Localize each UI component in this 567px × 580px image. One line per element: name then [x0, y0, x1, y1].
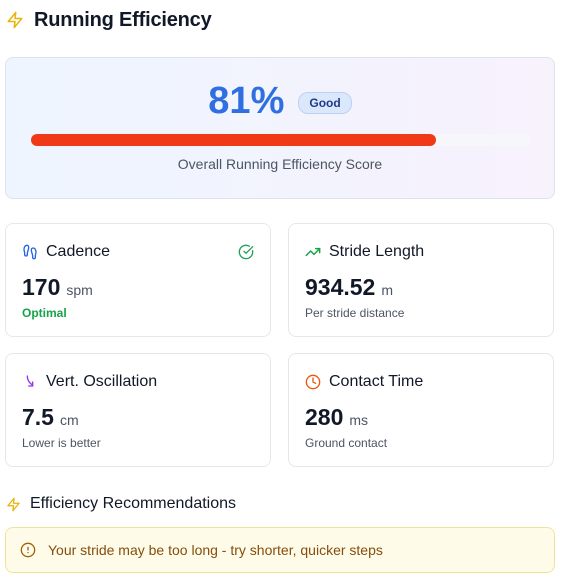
lightning-icon — [6, 11, 24, 29]
metric-value: 170 — [22, 274, 61, 300]
metric-card-vertical-oscillation: Vert. Oscillation 7.5 cm Lower is better — [5, 353, 271, 467]
lightning-icon — [6, 497, 21, 512]
metric-title: Vert. Oscillation — [46, 373, 158, 390]
metric-title: Cadence — [46, 243, 111, 260]
metric-status: Optimal — [22, 306, 67, 320]
score-row: 81% Good — [6, 80, 554, 123]
arrow-down-curve-icon — [22, 374, 38, 390]
metric-card-stride-length: Stride Length 934.52 m Per stride distan… — [288, 223, 554, 337]
metric-unit: spm — [66, 282, 93, 298]
alert-circle-icon — [20, 542, 36, 558]
metric-title: Stride Length — [329, 243, 425, 260]
status-badge: Good — [298, 91, 352, 114]
score-progress-track — [31, 134, 531, 146]
score-value: 81% — [208, 80, 285, 122]
metric-description: Per stride distance — [305, 306, 405, 320]
metric-card-contact-time: Contact Time 280 ms Ground contact — [288, 353, 554, 467]
metric-description: Ground contact — [305, 436, 388, 450]
score-label: Overall Running Efficiency Score — [177, 156, 383, 172]
metric-unit: cm — [59, 412, 79, 428]
metric-title: Contact Time — [329, 373, 424, 390]
metric-unit: m — [381, 282, 394, 298]
metric-card-cadence: Cadence 170 spm Optimal — [5, 223, 271, 337]
metric-value: 7.5 — [22, 404, 54, 430]
metric-value: 280 — [305, 404, 344, 430]
recommendation-text: Your stride may be too long - try shorte… — [48, 542, 383, 558]
check-circle-icon — [238, 244, 254, 260]
clock-icon — [305, 374, 321, 390]
metric-description: Lower is better — [22, 436, 101, 450]
recommendation-item: Your stride may be too long - try shorte… — [5, 527, 555, 573]
recommendations-title: Efficiency Recommendations — [30, 495, 237, 512]
footprints-icon — [22, 244, 38, 260]
trending-up-icon — [305, 244, 321, 260]
header: Running Efficiency — [6, 6, 212, 34]
recommendations-header: Efficiency Recommendations — [6, 493, 236, 515]
page-title: Running Efficiency — [34, 8, 212, 31]
efficiency-score-card: 81% Good Overall Running Efficiency Scor… — [5, 57, 555, 199]
metric-value: 934.52 — [305, 274, 376, 300]
score-progress-fill — [31, 134, 436, 146]
metric-unit: ms — [349, 412, 369, 428]
